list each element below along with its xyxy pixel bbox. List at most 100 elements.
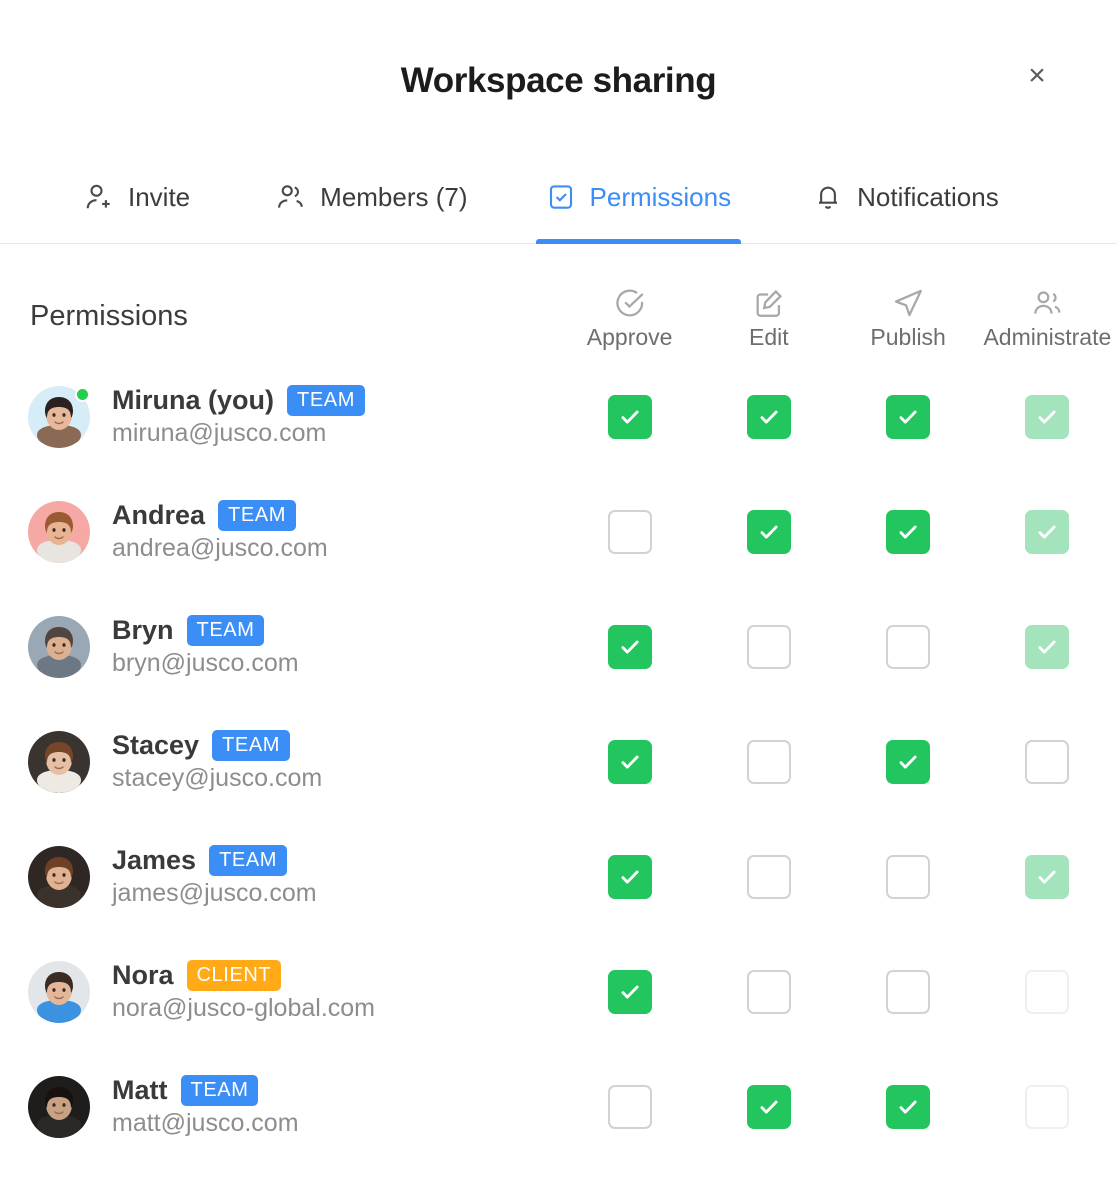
pencil-square-icon: [752, 286, 786, 320]
checkbox-administrate[interactable]: [1025, 739, 1070, 784]
user-info: James TEAM james@jusco.com: [0, 845, 560, 908]
checkbox-edit[interactable]: [746, 854, 791, 899]
checkbox-icon: [546, 182, 576, 212]
checkbox-administrate[interactable]: [1025, 394, 1070, 439]
checkbox-edit[interactable]: [746, 969, 791, 1014]
user-name: Nora: [112, 960, 174, 990]
checkbox-approve[interactable]: [607, 509, 652, 554]
checkbox-publish[interactable]: [886, 1084, 931, 1129]
permission-cell-approve: [560, 624, 699, 669]
permission-cell-edit: [699, 394, 838, 439]
tab-invite-label: Invite: [128, 181, 191, 212]
permission-cell-administrate: [978, 739, 1117, 784]
permission-cells: [560, 934, 1117, 1049]
status-badge: TEAM: [186, 615, 265, 646]
permission-cell-edit: [699, 854, 838, 899]
column-administrate-label: Administrate: [983, 324, 1112, 350]
permission-cell-edit: [699, 624, 838, 669]
column-publish: Publish: [839, 286, 978, 351]
user-plus-icon: [84, 182, 114, 212]
permission-cell-approve: [560, 1084, 699, 1129]
tab-notifications[interactable]: Notifications: [803, 151, 1009, 243]
avatar: [28, 730, 90, 793]
permission-cell-administrate: [978, 394, 1117, 439]
tab-permissions-label: Permissions: [589, 181, 732, 212]
user-name: James: [112, 845, 197, 875]
permission-cell-publish: [839, 969, 978, 1014]
permission-cell-administrate: [978, 969, 1117, 1014]
checkbox-administrate[interactable]: [1025, 854, 1070, 899]
user-name-line: Andrea TEAM: [112, 500, 328, 531]
permission-cell-approve: [560, 854, 699, 899]
user-name: Bryn: [112, 615, 174, 645]
workspace-sharing-modal: Workspace sharing × Invite Members (7) P…: [0, 0, 1117, 1200]
user-name: Miruna (you): [112, 385, 274, 415]
user-name-line: James TEAM: [112, 845, 317, 876]
column-edit-label: Edit: [749, 324, 789, 350]
checkbox-publish[interactable]: [886, 854, 931, 899]
check-icon: [756, 519, 782, 545]
user-name: Andrea: [112, 500, 206, 530]
checkbox-publish[interactable]: [886, 509, 931, 554]
avatar: [28, 615, 90, 678]
user-info: Bryn TEAM bryn@jusco.com: [0, 615, 560, 678]
status-badge: TEAM: [218, 500, 296, 531]
checkbox-approve[interactable]: [607, 969, 652, 1014]
check-icon: [617, 864, 643, 890]
check-icon: [1034, 519, 1060, 545]
permission-cells: [560, 1049, 1117, 1164]
checkbox-administrate[interactable]: [1025, 969, 1070, 1014]
tab-permissions[interactable]: Permissions: [535, 151, 742, 244]
user-name-line: Miruna (you) TEAM: [112, 385, 365, 416]
checkbox-publish[interactable]: [886, 394, 931, 439]
close-icon[interactable]: ×: [1017, 56, 1057, 96]
tab-bar: Invite Members (7) Permissions Notificat…: [0, 152, 1117, 244]
user-info: Andrea TEAM andrea@jusco.com: [0, 500, 560, 563]
modal-header: Workspace sharing ×: [0, 0, 1117, 152]
user-email: james@jusco.com: [112, 879, 317, 907]
permission-cell-approve: [560, 394, 699, 439]
checkbox-approve[interactable]: [607, 394, 652, 439]
table-row: Nora CLIENT nora@jusco-global.com: [0, 934, 1117, 1049]
checkbox-publish[interactable]: [886, 969, 931, 1014]
user-email: andrea@jusco.com: [112, 534, 328, 562]
users-admin-icon: [1030, 286, 1064, 320]
checkbox-administrate[interactable]: [1025, 509, 1070, 554]
checkbox-edit[interactable]: [746, 394, 791, 439]
user-email: bryn@jusco.com: [112, 649, 299, 677]
checkbox-approve[interactable]: [607, 854, 652, 899]
user-info: Stacey TEAM stacey@jusco.com: [0, 730, 560, 793]
checkbox-publish[interactable]: [886, 739, 931, 784]
checkbox-edit[interactable]: [746, 1084, 791, 1129]
checkbox-approve[interactable]: [607, 739, 652, 784]
checkbox-publish[interactable]: [886, 624, 931, 669]
user-text: Bryn TEAM bryn@jusco.com: [112, 615, 299, 678]
permission-cell-publish: [839, 739, 978, 784]
check-icon: [617, 749, 643, 775]
table-row: Andrea TEAM andrea@jusco.com: [0, 474, 1117, 589]
checkbox-edit[interactable]: [746, 624, 791, 669]
avatar-image: [28, 845, 90, 908]
column-administrate: Administrate: [978, 286, 1117, 351]
permission-cells: [560, 704, 1117, 819]
tab-members[interactable]: Members (7): [266, 151, 477, 243]
checkbox-administrate[interactable]: [1025, 624, 1070, 669]
status-badge: CLIENT: [186, 960, 282, 991]
tab-invite[interactable]: Invite: [74, 151, 200, 243]
section-title: Permissions: [30, 300, 188, 332]
column-approve-label: Approve: [586, 324, 673, 350]
paper-plane-icon: [891, 286, 925, 320]
table-row: Bryn TEAM bryn@jusco.com: [0, 589, 1117, 704]
checkbox-edit[interactable]: [746, 509, 791, 554]
checkbox-approve[interactable]: [607, 1084, 652, 1129]
users-icon: [276, 182, 306, 212]
user-text: James TEAM james@jusco.com: [112, 845, 317, 908]
table-row: Matt TEAM matt@jusco.com: [0, 1049, 1117, 1164]
avatar: [28, 500, 90, 563]
online-status-dot: [75, 386, 90, 402]
checkbox-approve[interactable]: [607, 624, 652, 669]
checkbox-administrate[interactable]: [1025, 1084, 1070, 1129]
checkbox-edit[interactable]: [746, 739, 791, 784]
permissions-row-list: Miruna (you) TEAM miruna@jusco.com Andrea TE…: [0, 359, 1117, 1164]
permission-cell-edit: [699, 509, 838, 554]
